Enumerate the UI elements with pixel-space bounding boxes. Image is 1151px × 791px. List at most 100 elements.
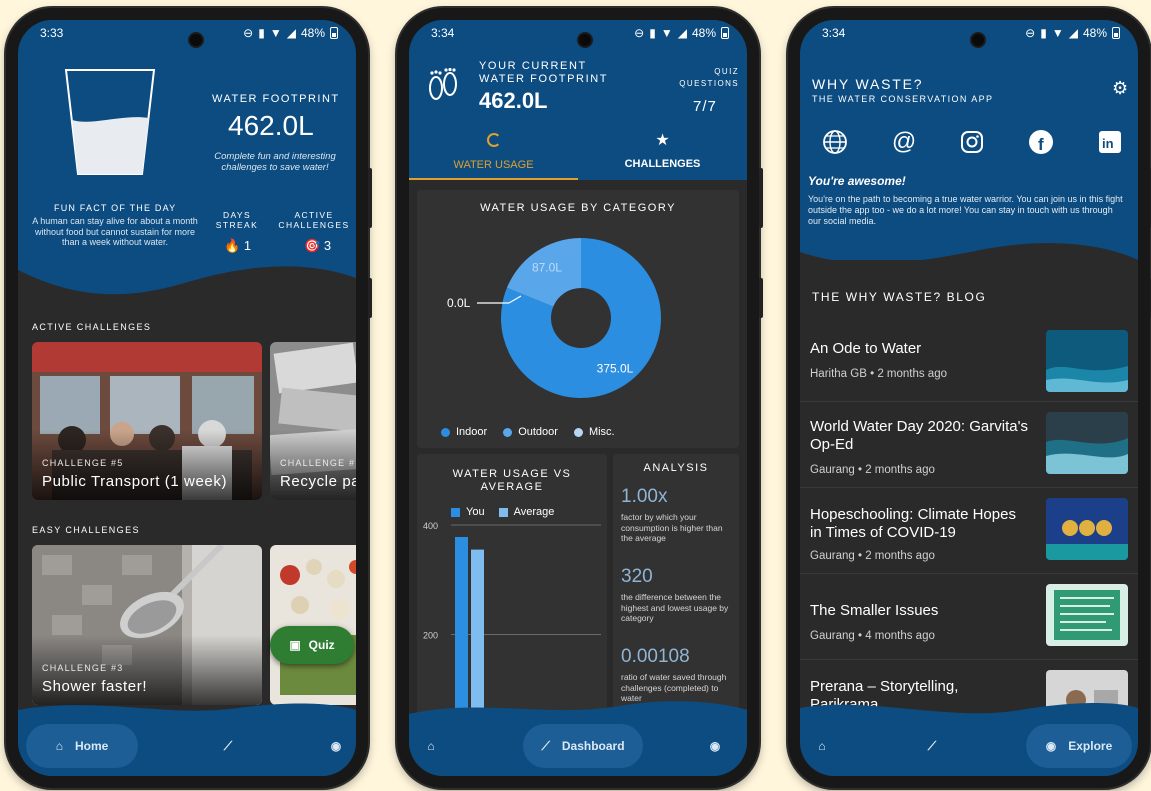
post-title: World Water Day 2020: Garvita's Op-Ed <box>810 418 1028 453</box>
status-bar: 3:33 ⊖ ▮ ▼ ◢ 48% <box>18 20 356 46</box>
bottom-navigation: ⌂ Home ⟋ ◉ <box>18 696 356 776</box>
pie-legend: Indoor Outdoor Misc. <box>441 426 615 438</box>
challenge-caption: CHALLENGE #3 <box>42 663 124 673</box>
instagram-icon[interactable] <box>960 130 984 154</box>
target-icon: 🎯 <box>304 238 321 253</box>
legend-dot <box>573 427 583 437</box>
nav-explore[interactable]: ◉ Explore <box>1026 724 1132 768</box>
nav-dashboard[interactable]: ⟋ <box>912 724 952 768</box>
fun-fact-text: A human can stay alive for about a month… <box>32 216 198 247</box>
phone-home: 3:33 ⊖ ▮ ▼ ◢ 48% WATER FOOTPRINT 462.0L … <box>6 8 372 788</box>
status-time: 3:33 <box>40 26 64 40</box>
challenge-title: Public Transport (1 week) <box>42 473 228 490</box>
nav-explore[interactable]: ◉ <box>695 724 735 768</box>
dnd-icon: ⊖ <box>243 26 254 40</box>
challenge-card-food[interactable] <box>270 545 356 705</box>
pie-value-label: 87.0L <box>532 260 562 274</box>
battery-icon <box>1112 27 1120 39</box>
tab-challenges[interactable]: ★ CHALLENGES <box>578 130 747 180</box>
status-icons: ⊖ ▮ ▼ ◢ 48% <box>634 26 729 40</box>
blog-post[interactable]: The Smaller Issues Gaurang • 4 months ag… <box>800 574 1138 660</box>
nav-explore[interactable]: ◉ <box>316 724 356 768</box>
battery-icon <box>330 27 338 39</box>
vibrate-icon: ▮ <box>1040 26 1047 40</box>
linkedin-icon[interactable]: in <box>1098 130 1122 154</box>
compass-icon: ◉ <box>709 739 721 753</box>
pie-value-label: 0.0L <box>447 296 471 310</box>
bottom-navigation: ⌂ ⟋ ◉ Explore <box>800 696 1138 776</box>
nav-dashboard-label: Dashboard <box>561 739 625 753</box>
post-meta: Gaurang • 2 months ago <box>810 550 935 562</box>
legend-item: Misc. <box>573 426 615 438</box>
analysis-title: ANALYSIS <box>643 462 709 474</box>
legend-item: Indoor <box>441 426 487 438</box>
home-screen: 3:33 ⊖ ▮ ▼ ◢ 48% WATER FOOTPRINT 462.0L … <box>18 20 356 776</box>
tab-water-usage[interactable]: WATER USAGE <box>409 130 578 180</box>
analysis-text: the difference between the highest and l… <box>621 592 729 623</box>
post-title: Hopeschooling: Climate Hopes in Times of… <box>810 506 1016 541</box>
active-challenges-label: ACTIVE CHALLENGES <box>278 210 350 230</box>
compass-icon: ◉ <box>1045 739 1057 753</box>
at-icon[interactable]: @ <box>892 128 916 156</box>
awesome-title: You're awesome! <box>808 174 906 188</box>
trending-icon: ⟋ <box>223 738 233 753</box>
easy-challenges-heading: EASY CHALLENGES <box>32 525 140 535</box>
wifi-icon: ▼ <box>1051 26 1064 40</box>
settings-icon[interactable]: ⚙ <box>1112 78 1128 99</box>
post-thumbnail <box>1046 330 1128 392</box>
globe-icon[interactable] <box>822 129 848 155</box>
footprint-tagline: Complete fun and interesting challenges … <box>214 151 336 173</box>
home-icon: ⌂ <box>818 739 826 753</box>
status-icons: ⊖ ▮ ▼ ◢ 48% <box>1025 26 1120 40</box>
challenge-caption: CHALLENGE #5 <box>42 458 124 468</box>
nav-dashboard[interactable]: ⟋ <box>208 724 248 768</box>
nav-home[interactable]: ⌂ <box>802 724 842 768</box>
active-challenges-heading: ACTIVE CHALLENGES <box>32 322 152 332</box>
blog-heading: THE WHY WASTE? BLOG <box>812 290 987 304</box>
analysis-text: factor by which your consumption is high… <box>621 512 723 543</box>
status-bar: 3:34 ⊖ ▮ ▼ ◢ 48% <box>800 20 1138 46</box>
dnd-icon: ⊖ <box>1025 26 1036 40</box>
blog-post[interactable]: An Ode to Water Haritha GB • 2 months ag… <box>800 316 1138 402</box>
signal-icon: ◢ <box>677 26 687 40</box>
water-glass-icon <box>64 69 156 175</box>
post-thumbnail <box>1046 412 1128 474</box>
vegetables-photo <box>270 545 356 705</box>
svg-text:in: in <box>1102 136 1114 151</box>
nav-home[interactable]: ⌂ Home <box>26 724 138 768</box>
legend-dot <box>503 427 513 437</box>
challenge-card-shower[interactable]: CHALLENGE #3 Shower faster! <box>32 545 262 705</box>
header-wave <box>18 266 356 330</box>
days-streak-stat: 🔥 1 <box>224 238 251 254</box>
signal-icon: ◢ <box>286 26 296 40</box>
nav-dashboard[interactable]: ⟋ Dashboard <box>523 724 643 768</box>
legend-label: Outdoor <box>518 426 558 438</box>
wifi-icon: ▼ <box>660 26 673 40</box>
social-links: @ f in <box>822 124 1122 160</box>
analysis-value: 0.00108 <box>621 646 690 667</box>
challenge-title: Shower faster! <box>42 678 148 695</box>
nav-home-label: Home <box>74 739 109 753</box>
nav-home[interactable]: ⌂ <box>411 724 451 768</box>
vibrate-icon: ▮ <box>649 26 656 40</box>
power-button <box>759 278 763 318</box>
quiz-questions-label: QUIZ QUESTIONS <box>679 67 739 88</box>
status-time: 3:34 <box>822 26 846 40</box>
facebook-icon[interactable]: f <box>1028 129 1054 155</box>
comparison-panel: WATER USAGE VS AVERAGE You Average 200 400 <box>417 454 607 724</box>
battery-percent: 48% <box>691 26 716 40</box>
quiz-button[interactable]: ▣ Quiz <box>270 626 354 664</box>
post-thumbnail <box>1046 498 1128 560</box>
loading-ring-icon <box>486 133 501 147</box>
analysis-panel: ANALYSIS 1.00x factor by which your cons… <box>613 454 739 724</box>
post-title: The Smaller Issues <box>810 602 939 619</box>
compass-icon: ◉ <box>330 739 342 753</box>
legend-item: Outdoor <box>503 426 558 438</box>
pie-value-label: 375.0L <box>597 362 634 376</box>
challenge-card-recycle[interactable]: CHALLENGE # Recycle pa <box>270 342 356 500</box>
blog-post[interactable]: World Water Day 2020: Garvita's Op-Ed Ga… <box>800 402 1138 488</box>
app-subtitle: THE WATER CONSERVATION APP <box>812 94 994 104</box>
blog-post[interactable]: Hopeschooling: Climate Hopes in Times of… <box>800 488 1138 574</box>
challenge-card-public-transport[interactable]: CHALLENGE #5 Public Transport (1 week) <box>32 342 262 500</box>
volume-button <box>368 168 372 228</box>
